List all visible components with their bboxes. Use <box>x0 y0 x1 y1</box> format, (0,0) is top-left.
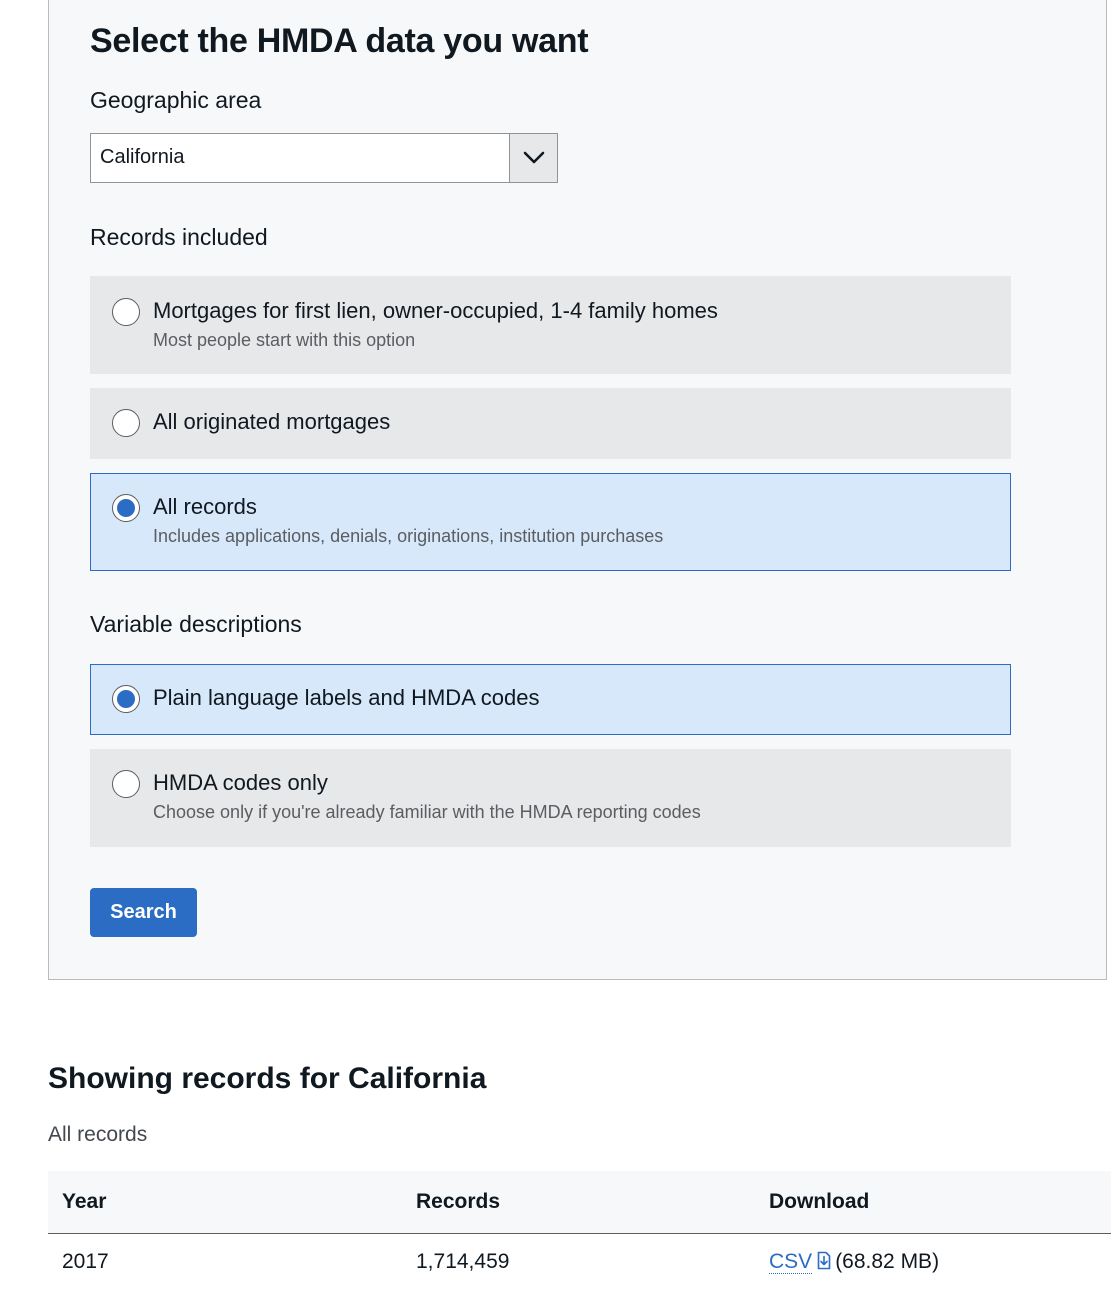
option-label: All originated mortgages <box>153 409 391 434</box>
radio-button[interactable] <box>112 298 140 326</box>
dropdown-toggle[interactable] <box>509 134 557 182</box>
chevron-down-icon <box>523 151 545 164</box>
column-header-year: Year <box>48 1171 402 1234</box>
variables-option-codes-only[interactable]: HMDA codes only Choose only if you're al… <box>90 749 1011 847</box>
option-help-text: Most people start with this option <box>153 330 416 350</box>
option-label: All records <box>153 494 257 519</box>
download-icon[interactable] <box>817 1251 831 1270</box>
radio-button[interactable] <box>112 409 140 437</box>
column-header-records: Records <box>402 1171 755 1234</box>
file-size: (68.82 MB) <box>835 1250 940 1274</box>
option-label: Mortgages for first lien, owner-occupied… <box>153 298 718 323</box>
csv-download-link[interactable]: CSV <box>769 1250 813 1275</box>
records-option-originated[interactable]: All originated mortgages <box>90 388 1011 459</box>
column-header-download: Download <box>755 1171 1111 1234</box>
option-label: HMDA codes only <box>153 770 328 795</box>
option-help-text: Choose only if you're already familiar w… <box>153 802 701 822</box>
search-button[interactable]: Search <box>90 888 197 937</box>
option-label: Plain language labels and HMDA codes <box>153 685 540 710</box>
results-table: Year Records Download 2017 1,714,459 CSV… <box>48 1171 1111 1291</box>
records-included-label: Records included <box>90 224 268 250</box>
variable-descriptions-label: Variable descriptions <box>90 611 302 637</box>
search-form-panel: Select the HMDA data you want Geographic… <box>48 0 1107 980</box>
form-title: Select the HMDA data you want <box>90 22 589 60</box>
year-cell: 2017 <box>62 1250 109 1274</box>
records-option-all-records[interactable]: All records Includes applications, denia… <box>90 473 1011 571</box>
geographic-area-label: Geographic area <box>90 87 262 113</box>
download-cell: CSV (68.82 MB) <box>755 1233 1111 1291</box>
table-row: 2017 1,714,459 CSV (68.82 MB) <box>48 1233 1111 1291</box>
option-help-text: Includes applications, denials, originat… <box>153 526 664 546</box>
radio-button-selected[interactable] <box>112 494 140 522</box>
geographic-area-value: California <box>100 146 185 168</box>
table-header-row: Year Records Download <box>48 1171 1111 1234</box>
results-subtitle: All records <box>48 1123 148 1146</box>
radio-button[interactable] <box>112 770 140 798</box>
radio-button-selected[interactable] <box>112 685 140 713</box>
geographic-area-select[interactable]: California <box>90 133 558 183</box>
results-title: Showing records for California <box>48 1062 487 1095</box>
records-cell: 1,714,459 <box>416 1250 510 1274</box>
records-option-first-lien[interactable]: Mortgages for first lien, owner-occupied… <box>90 276 1011 374</box>
variables-option-plain-language[interactable]: Plain language labels and HMDA codes <box>90 664 1011 735</box>
